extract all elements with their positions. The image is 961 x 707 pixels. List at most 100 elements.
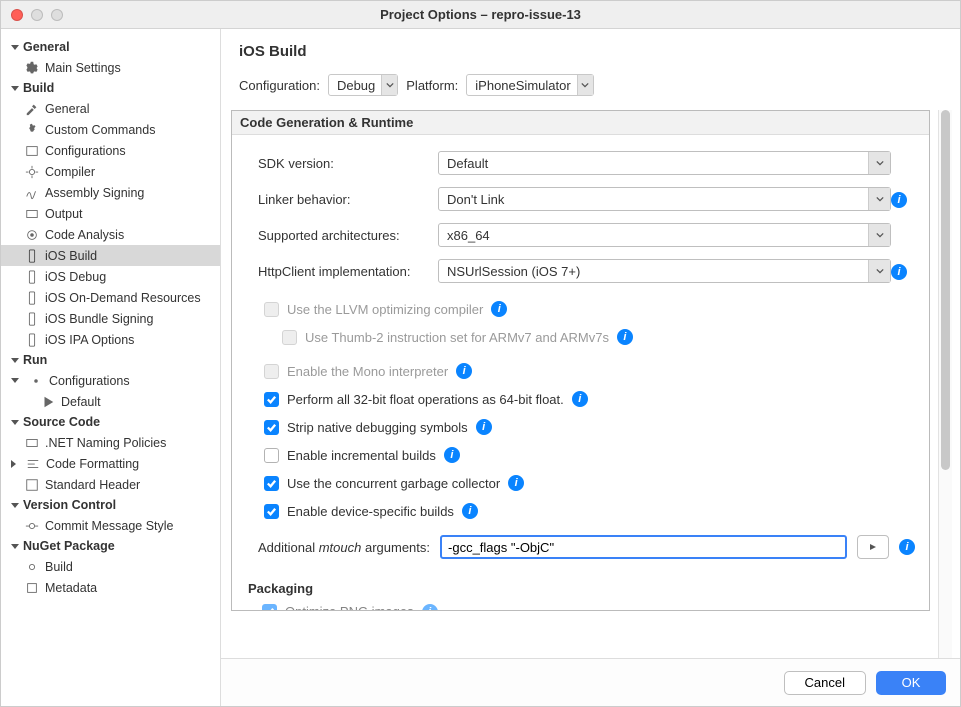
mtouch-browse-button[interactable] [857,535,889,559]
chevron-down-icon [11,86,19,91]
sidebar-item-compiler[interactable]: Compiler [1,161,220,182]
phone-icon [25,333,39,347]
sidebar-item-output[interactable]: Output [1,203,220,224]
configuration-select[interactable]: Debug [328,74,398,96]
config-platform-row: Configuration: Debug Platform: iPhoneSim… [221,74,960,110]
sidebar-item-run-configurations[interactable]: Configurations [1,370,220,391]
sidebar-section-nuget[interactable]: NuGet Package [1,536,220,556]
sidebar-section-run[interactable]: Run [1,350,220,370]
sidebar-item-label: iOS IPA Options [45,333,134,347]
gc-checkbox[interactable] [264,476,279,491]
info-icon[interactable]: i [491,301,507,317]
incremental-label[interactable]: Enable incremental builds [287,448,436,463]
sidebar-item-code-formatting[interactable]: Code Formatting [1,453,220,474]
device-specific-checkbox[interactable] [264,504,279,519]
sidebar-item-code-analysis[interactable]: Code Analysis [1,224,220,245]
chevron-down-icon [11,45,19,50]
sidebar-item-naming-policies[interactable]: .NET Naming Policies [1,432,220,453]
mtouch-arguments-input[interactable] [440,535,847,559]
scrollbar[interactable] [938,110,952,658]
float32-label[interactable]: Perform all 32-bit float operations as 6… [287,392,564,407]
supported-arch-select[interactable]: x86_64 [438,223,891,247]
chevron-down-icon [11,420,19,425]
info-icon[interactable]: i [508,475,524,491]
sidebar-item-label: Main Settings [45,61,121,75]
sidebar-item-ios-bundle-signing[interactable]: iOS Bundle Signing [1,308,220,329]
sdk-version-select[interactable]: Default [438,151,891,175]
sidebar-item-configurations[interactable]: Configurations [1,140,220,161]
sidebar-item-build-general[interactable]: General [1,98,220,119]
select-value: Default [439,156,496,171]
sidebar-item-ios-debug[interactable]: iOS Debug [1,266,220,287]
float32-checkbox[interactable] [264,392,279,407]
sidebar-item-main-settings[interactable]: Main Settings [1,57,220,78]
gc-label[interactable]: Use the concurrent garbage collector [287,476,500,491]
configuration-label: Configuration: [239,78,320,93]
sidebar-item-label: Assembly Signing [45,186,144,200]
info-icon[interactable]: i [462,503,478,519]
sidebar-section-build[interactable]: Build [1,78,220,98]
sidebar-item-ios-odr[interactable]: iOS On-Demand Resources [1,287,220,308]
hammer-icon [25,102,39,116]
ok-button[interactable]: OK [876,671,946,695]
sidebar-item-label: iOS Build [45,249,97,263]
sidebar-section-label: Run [23,353,47,367]
optimize-png-label[interactable]: Optimize PNG images [285,604,414,610]
device-specific-label[interactable]: Enable device-specific builds [287,504,454,519]
select-value: x86_64 [439,228,498,243]
play-icon [41,395,55,409]
sidebar-item-label: Standard Header [45,478,140,492]
info-icon[interactable]: i [572,391,588,407]
sidebar-item-label: Compiler [45,165,95,179]
httpclient-select[interactable]: NSUrlSession (iOS 7+) [438,259,891,283]
sidebar-item-label: iOS Bundle Signing [45,312,153,326]
info-icon[interactable]: i [617,329,633,345]
incremental-checkbox[interactable] [264,448,279,463]
optimize-png-checkbox[interactable] [262,604,277,610]
tag-icon [25,436,39,450]
sidebar-item-assembly-signing[interactable]: Assembly Signing [1,182,220,203]
linker-behavior-select[interactable]: Don't Link [438,187,891,211]
header-icon [25,478,39,492]
info-icon[interactable]: i [422,604,438,610]
sidebar-section-source-code[interactable]: Source Code [1,412,220,432]
chevron-right-icon [11,460,16,468]
sidebar-section-label: NuGet Package [23,539,115,553]
sidebar-item-standard-header[interactable]: Standard Header [1,474,220,495]
sidebar-item-label: Build [45,560,73,574]
info-icon[interactable]: i [456,363,472,379]
sidebar-item-run-default[interactable]: Default [1,391,220,412]
sidebar-section-general[interactable]: General [1,37,220,57]
platform-select[interactable]: iPhoneSimulator [466,74,593,96]
metadata-icon [25,581,39,595]
info-icon[interactable]: i [891,192,907,208]
info-icon[interactable]: i [899,539,915,555]
sidebar-item-ios-build[interactable]: iOS Build [1,245,220,266]
linker-behavior-label: Linker behavior: [258,192,438,207]
sidebar-item-label: Code Formatting [46,457,139,471]
cancel-button[interactable]: Cancel [784,671,866,695]
close-window-button[interactable] [11,9,23,21]
sidebar-item-nuget-metadata[interactable]: Metadata [1,577,220,598]
optimize-png-row: Optimize PNG images i [232,600,929,610]
sidebar: General Main Settings Build General Cust… [1,29,221,706]
scrollbar-thumb[interactable] [941,110,950,470]
sidebar-item-nuget-build[interactable]: Build [1,556,220,577]
sidebar-section-label: Version Control [23,498,116,512]
sidebar-item-ios-ipa-options[interactable]: iOS IPA Options [1,329,220,350]
sidebar-item-custom-commands[interactable]: Custom Commands [1,119,220,140]
info-icon[interactable]: i [891,264,907,280]
info-icon[interactable]: i [476,419,492,435]
sidebar-item-label: General [45,102,89,116]
code-generation-group: Code Generation & Runtime SDK version: D… [231,110,930,611]
titlebar: Project Options – repro-issue-13 [1,1,960,29]
gear-icon [25,123,39,137]
gear-icon [25,560,39,574]
strip-label[interactable]: Strip native debugging symbols [287,420,468,435]
sidebar-section-version-control[interactable]: Version Control [1,495,220,515]
platform-label: Platform: [406,78,458,93]
strip-checkbox[interactable] [264,420,279,435]
info-icon[interactable]: i [444,447,460,463]
sidebar-item-commit-message-style[interactable]: Commit Message Style [1,515,220,536]
window-title: Project Options – repro-issue-13 [1,7,960,22]
